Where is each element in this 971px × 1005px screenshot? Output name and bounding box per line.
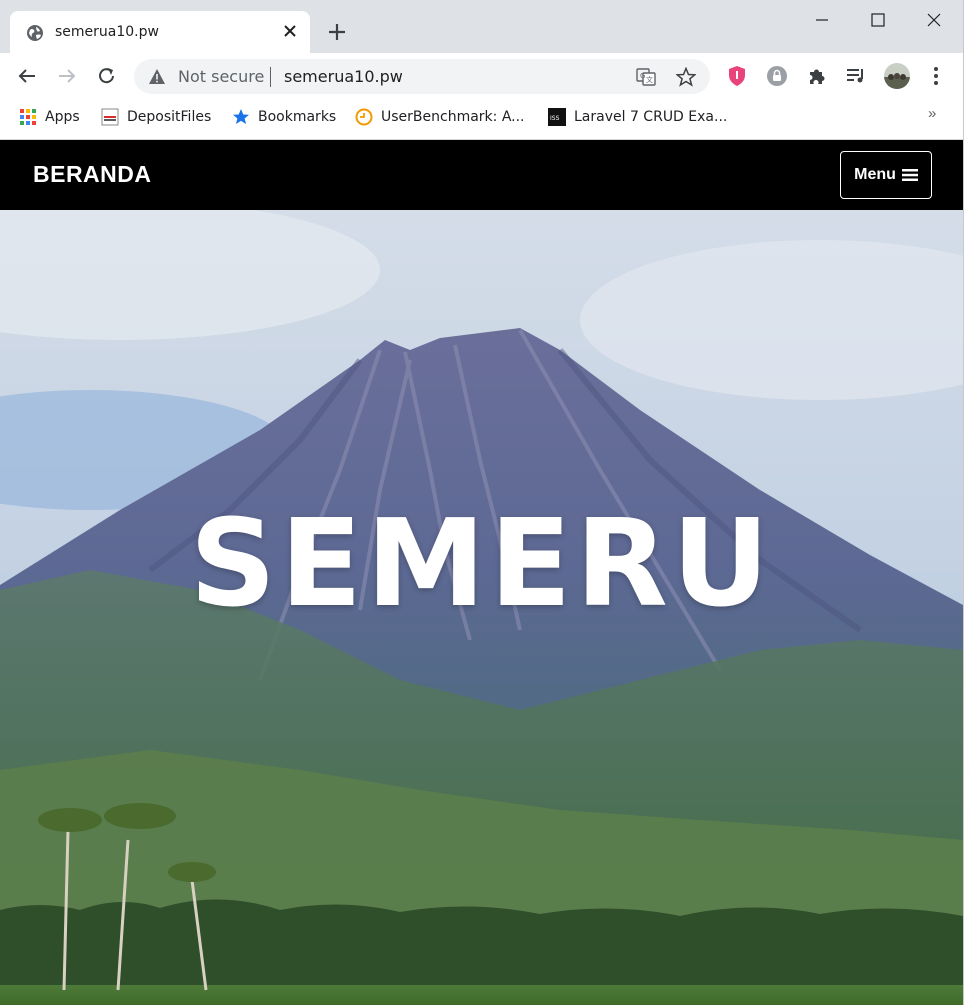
profile-avatar-icon[interactable] (883, 62, 911, 90)
close-tab-icon[interactable] (282, 23, 298, 39)
laravel-site-icon: ISS (548, 108, 566, 126)
close-window-button[interactable] (911, 8, 957, 32)
back-arrow-icon[interactable] (16, 65, 38, 87)
browser-tab[interactable]: semerua10.pw (10, 11, 310, 53)
new-tab-plus-icon[interactable] (326, 21, 348, 43)
svg-text:文: 文 (646, 75, 653, 84)
svg-text:ISS: ISS (550, 115, 560, 122)
hamburger-icon (901, 169, 918, 181)
maximize-button[interactable] (855, 8, 901, 32)
bookmark-depositfiles[interactable]: DepositFiles (101, 107, 211, 127)
browser-toolbar: Not secure semerua10.pw G 文 (0, 53, 963, 99)
close-window-icon (927, 13, 941, 27)
translate-icon[interactable]: G 文 (636, 67, 656, 87)
bookmark-userbenchmark[interactable]: UserBenchmark: A... (355, 107, 525, 127)
reload-icon[interactable] (96, 65, 118, 87)
depositfiles-icon (101, 108, 119, 126)
bookmark-label: DepositFiles (127, 109, 212, 125)
more-menu-icon[interactable] (924, 64, 948, 88)
tab-title: semerua10.pw (55, 24, 159, 40)
site-brand-link[interactable]: BERANDA (33, 161, 152, 188)
bookmarks-overflow-chevron[interactable]: » (928, 105, 936, 122)
media-queue-icon[interactable] (844, 64, 868, 88)
url-text[interactable]: semerua10.pw (284, 67, 403, 86)
window-edge (963, 0, 971, 1005)
bookmark-label: UserBenchmark: A... (381, 109, 525, 125)
url-separator (270, 67, 271, 87)
userbenchmark-icon (355, 108, 373, 126)
lock-extension-icon[interactable] (765, 64, 789, 88)
puzzle-extensions-icon[interactable] (805, 64, 829, 88)
security-status-label[interactable]: Not secure (178, 67, 264, 86)
shield-extension-icon[interactable] (725, 64, 749, 88)
site-navbar: BERANDA Menu (0, 140, 963, 210)
bookmark-apps[interactable]: Apps (19, 107, 80, 127)
globe-icon (27, 25, 43, 41)
hero-title: SEMERU (189, 495, 774, 634)
minimize-icon (816, 19, 828, 21)
bookmark-label: Laravel 7 CRUD Exa... (574, 109, 728, 125)
tab-strip: semerua10.pw (0, 0, 963, 53)
bookmarks-bar: Apps DepositFiles Bookmarks UserBenchmar… (0, 99, 963, 140)
bookmark-star-icon[interactable] (676, 67, 696, 87)
apps-grid-icon (20, 109, 36, 125)
bookmark-label: Bookmarks (258, 109, 337, 125)
star-icon (233, 109, 249, 124)
svg-text:G: G (640, 72, 645, 80)
menu-button[interactable]: Menu (840, 151, 932, 199)
address-bar[interactable]: Not secure semerua10.pw G 文 (134, 59, 710, 94)
maximize-icon (871, 13, 885, 27)
warning-triangle-icon[interactable] (148, 68, 166, 85)
bookmark-laravel[interactable]: ISS Laravel 7 CRUD Exa... (548, 107, 727, 127)
minimize-button[interactable] (799, 8, 845, 32)
hero-section: SEMERU (0, 210, 963, 1005)
menu-button-label: Menu (854, 166, 896, 183)
bookmark-label: Apps (45, 109, 80, 125)
bookmark-folder-bookmarks[interactable]: Bookmarks (232, 107, 336, 127)
forward-arrow-icon[interactable] (56, 65, 78, 87)
